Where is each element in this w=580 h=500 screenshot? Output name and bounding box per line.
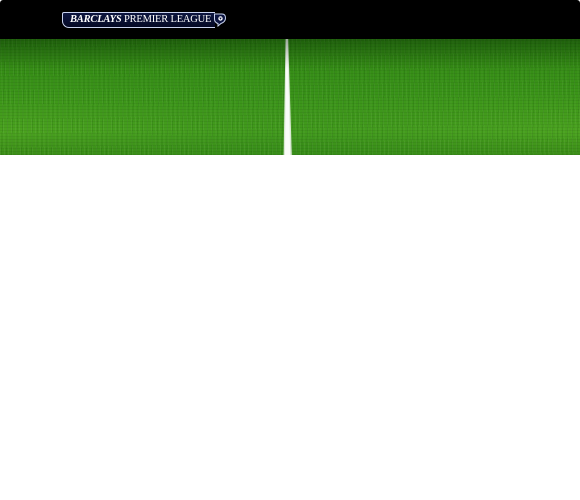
logo-league: PREMIER LEAGUE <box>123 14 212 25</box>
header-bar: BARCLAYS PREMIER LEAGUE <box>0 0 580 39</box>
pitch-banner <box>0 39 580 155</box>
main-content <box>0 155 580 500</box>
app-window: BARCLAYS PREMIER LEAGUE <box>0 0 580 500</box>
logo-wordmark: BARCLAYS PREMIER LEAGUE <box>62 12 216 28</box>
halfway-line <box>282 39 292 155</box>
logo-brand: BARCLAYS <box>70 14 122 25</box>
lion-crest-icon <box>214 13 227 28</box>
premier-league-logo[interactable]: BARCLAYS PREMIER LEAGUE <box>62 12 227 28</box>
